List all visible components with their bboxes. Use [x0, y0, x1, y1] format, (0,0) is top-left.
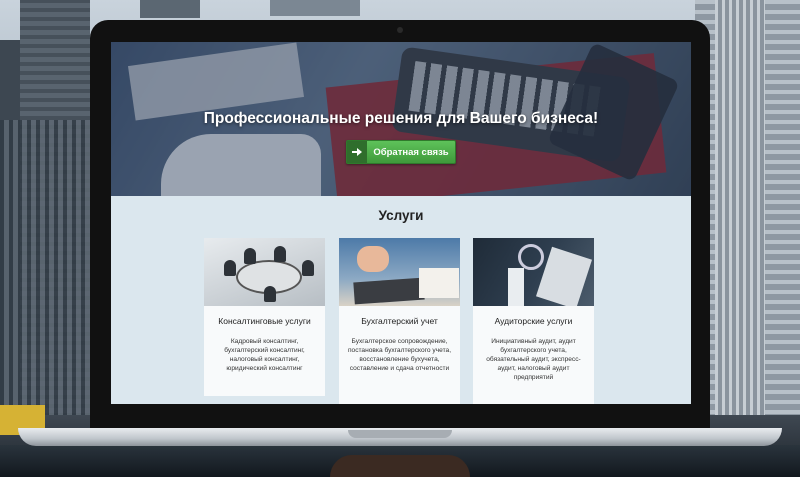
building	[270, 0, 360, 16]
laptop-notch	[348, 430, 452, 438]
audit-image	[473, 238, 594, 306]
consulting-image	[204, 238, 325, 306]
arrow-right-icon	[347, 141, 367, 163]
camera-icon	[397, 27, 403, 33]
callback-button-label: Обратная связь	[373, 146, 449, 158]
service-card-title: Консалтинговые услуги	[218, 316, 311, 326]
service-card-text: Кадровый консалтинг, бухгалтерский конса…	[224, 338, 305, 372]
callback-button[interactable]: Обратная связь	[346, 140, 456, 164]
service-card-audit[interactable]: Аудиторские услуги Инициативный аудит, а…	[473, 238, 594, 404]
service-card-text: Бухгалтерское сопровождение, постановка …	[347, 338, 452, 372]
services-title: Услуги	[378, 208, 424, 223]
hero-title: Профессиональные решения для Вашего бизн…	[203, 110, 599, 127]
website-screen: Профессиональные решения для Вашего бизн…	[111, 42, 691, 404]
service-card-text: Инициативный аудит, аудит бухгалтерского…	[486, 338, 581, 381]
service-card-consulting[interactable]: Консалтинговые услуги Кадровый консалтин…	[204, 238, 325, 396]
hand	[330, 455, 470, 477]
building	[715, 0, 765, 440]
accounting-image	[339, 238, 460, 306]
service-card-title: Бухгалтерский учет	[361, 316, 438, 326]
service-card-accounting[interactable]: Бухгалтерский учет Бухгалтерское сопрово…	[339, 238, 460, 404]
building	[0, 120, 95, 450]
service-card-title: Аудиторские услуги	[494, 316, 573, 326]
building	[140, 0, 200, 18]
